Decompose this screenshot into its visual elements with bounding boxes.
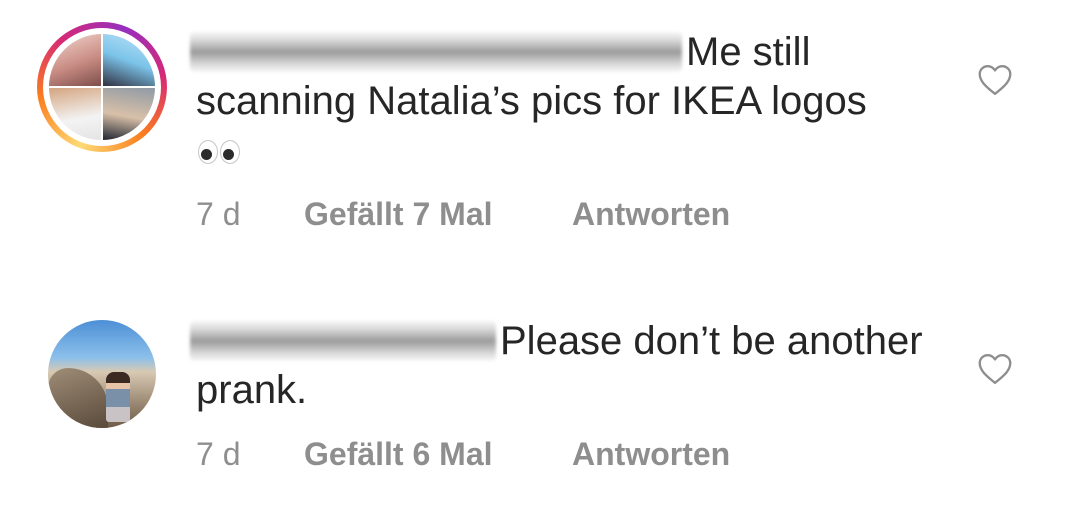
avatar-ring-gap [43, 28, 161, 146]
comment-meta: 7 d Gefällt 7 Mal Antworten [196, 196, 730, 233]
pupil-shape [201, 149, 212, 160]
avatar[interactable] [48, 320, 156, 428]
avatar-photo-quadrant [49, 87, 102, 140]
avatar-photo-quadrant [49, 34, 102, 87]
avatar-story-ring[interactable] [37, 22, 167, 152]
eye-shape [220, 140, 240, 164]
comment-likes-count[interactable]: Gefällt 7 Mal [304, 196, 572, 233]
comment-timestamp: 7 d [196, 436, 241, 472]
heart-outline-icon[interactable] [977, 64, 1013, 96]
reply-button[interactable]: Antworten [572, 436, 730, 473]
comment-item: Please don’t be another prank. 7 d Gefäl… [0, 300, 1080, 526]
heart-outline-icon[interactable] [977, 353, 1013, 385]
comment-timestamp: 7 d [196, 196, 241, 232]
comment-text: Please don’t be another prank. [196, 319, 923, 412]
avatar-divider [101, 34, 103, 140]
comment-meta: 7 d Gefällt 6 Mal Antworten [196, 436, 730, 473]
reply-button[interactable]: Antworten [572, 196, 730, 233]
avatar [49, 34, 155, 140]
comment-item: Me still scanning Natalia’s pics for IKE… [0, 0, 1080, 260]
eye-shape [198, 140, 218, 164]
avatar-photo-rock [48, 368, 108, 428]
comment-likes-count[interactable]: Gefällt 6 Mal [304, 436, 572, 473]
avatar-photo-quadrant [102, 34, 155, 87]
eyes-emoji-icon [198, 140, 244, 164]
comment-text: Me still scanning Natalia’s pics for IKE… [196, 30, 867, 123]
pupil-shape [223, 149, 234, 160]
avatar-photo-person [106, 372, 130, 422]
avatar-photo-quadrant [102, 87, 155, 140]
